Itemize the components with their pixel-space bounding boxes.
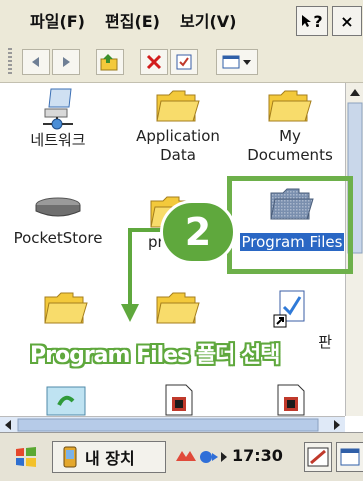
pointer-icon xyxy=(302,15,312,27)
item-network[interactable]: 네트워크 xyxy=(0,87,118,150)
folder-icon xyxy=(156,90,200,122)
network-icon xyxy=(43,88,73,130)
item-network-label: 네트워크 xyxy=(30,131,86,149)
start-windows-icon[interactable] xyxy=(14,445,38,469)
item-my-documents[interactable]: My Documents xyxy=(230,87,345,165)
toolbar xyxy=(0,40,363,83)
menu-file[interactable]: 파일(F) xyxy=(0,8,95,32)
tray-arrow-icon[interactable] xyxy=(220,451,228,463)
window-icon xyxy=(340,448,360,466)
tray-network-icon[interactable] xyxy=(174,447,198,467)
device-icon xyxy=(63,446,77,468)
recycle-folder-icon xyxy=(46,386,86,416)
up-folder-button[interactable] xyxy=(96,49,124,75)
highlight-frame xyxy=(227,176,353,274)
close-icon: × xyxy=(340,11,354,31)
item-folder-row3-1[interactable] xyxy=(6,289,126,329)
folder-icon xyxy=(44,292,88,324)
item-application-data[interactable]: Application Data xyxy=(118,87,238,165)
scroll-right-icon xyxy=(334,420,340,430)
forward-arrow-icon xyxy=(63,57,70,67)
forward-button[interactable] xyxy=(52,49,80,75)
view-list-icon xyxy=(222,55,251,69)
program-file-icon xyxy=(165,384,193,416)
item-row4-2[interactable] xyxy=(118,383,238,416)
taskbar-window-button[interactable] xyxy=(336,442,363,472)
storage-drive-icon xyxy=(35,197,81,217)
pen-input-icon xyxy=(307,447,329,467)
scroll-up-icon xyxy=(350,89,360,96)
taskbar-clock[interactable]: 17:30 xyxy=(232,446,283,465)
taskbar-device-button[interactable]: 내 장치 xyxy=(52,441,166,473)
taskbar-device-label: 내 장치 xyxy=(85,449,135,468)
back-button[interactable] xyxy=(22,49,50,75)
help-button[interactable]: ? xyxy=(296,6,328,36)
horizontal-scrollbar[interactable] xyxy=(0,416,345,433)
horizontal-scrollbar-graphic xyxy=(5,418,340,432)
shortcut-document-icon xyxy=(273,290,305,328)
step-number-badge: 2 xyxy=(160,200,236,264)
properties-button[interactable] xyxy=(170,49,198,75)
delete-x-icon xyxy=(146,54,162,70)
item-row4-1[interactable] xyxy=(6,383,126,416)
item-pocketstore-label: PocketStore xyxy=(13,229,103,247)
properties-check-icon xyxy=(176,54,192,70)
item-my-documents-label-1: My xyxy=(279,127,301,145)
back-arrow-icon xyxy=(32,57,39,67)
folder-icon xyxy=(268,90,312,122)
item-application-data-label-1: Application xyxy=(136,127,220,145)
taskbar: 내 장치 17:30 xyxy=(0,432,363,481)
menu-edit[interactable]: 편집(E) xyxy=(95,8,170,32)
delete-button[interactable] xyxy=(140,49,168,75)
tray-connection-icon[interactable] xyxy=(198,447,220,467)
up-folder-icon xyxy=(100,54,118,71)
scroll-left-icon xyxy=(5,420,11,430)
help-icon: ? xyxy=(313,11,323,31)
program-file-icon xyxy=(277,384,305,416)
item-my-documents-label-2: Documents xyxy=(247,146,333,164)
item-row4-3[interactable] xyxy=(230,383,345,416)
toolbar-grip[interactable] xyxy=(8,48,12,74)
item-application-data-label-2: Data xyxy=(160,146,196,164)
item-pocketstore[interactable]: PocketStore xyxy=(0,193,118,248)
view-menu-button[interactable] xyxy=(216,49,258,75)
callout-text: Program Files 폴더 선택 xyxy=(30,343,281,368)
input-panel-button[interactable] xyxy=(304,442,332,472)
menu-view[interactable]: 보기(V) xyxy=(170,8,246,32)
close-button[interactable]: × xyxy=(332,6,362,36)
